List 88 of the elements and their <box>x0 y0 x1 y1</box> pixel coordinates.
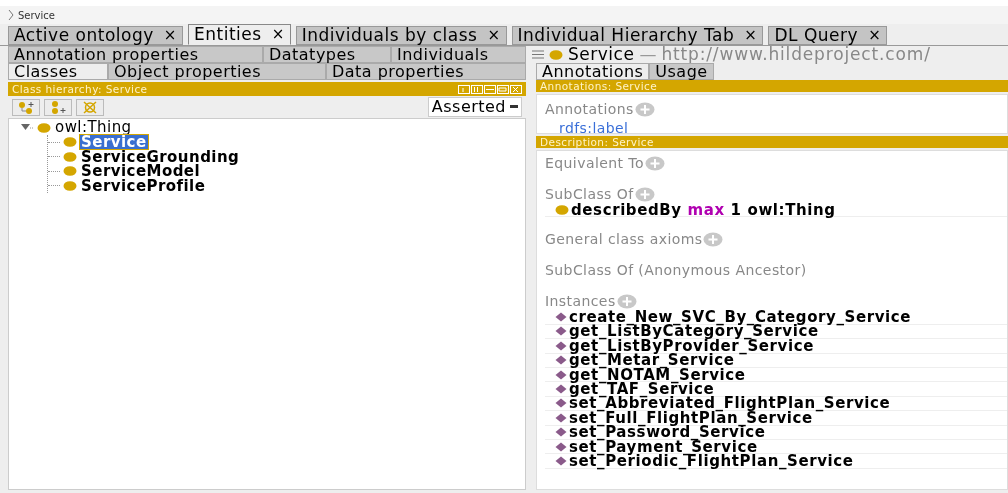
class-expression[interactable]: describedBy max 1 owl:Thing <box>571 202 836 217</box>
annotation-property[interactable]: rdfs:label <box>545 120 1007 136</box>
individual-name[interactable]: get_Metar_Service <box>569 353 735 368</box>
section-title: SubClass Of (Anonymous Ancestor) <box>545 260 807 280</box>
class-icon <box>63 166 77 177</box>
individual-icon <box>555 384 567 395</box>
individual-icon <box>555 398 567 409</box>
tree-item[interactable]: ServiceGrounding <box>80 149 241 164</box>
individual-name[interactable]: set_Full_FlightPlan_Service <box>569 410 813 425</box>
tab-label: Individual Hierarchy Tab <box>517 27 735 44</box>
add-icon[interactable] <box>616 293 637 309</box>
view-controls-icon <box>458 84 522 94</box>
tab[interactable]: Individuals by class × <box>295 26 507 45</box>
individual-icon <box>555 355 567 366</box>
section-title: Instances <box>545 291 616 310</box>
section-title: SubClass Of <box>545 184 634 203</box>
tree-item[interactable]: owl:Thing <box>55 120 132 135</box>
tab[interactable]: Individual Hierarchy Tab × <box>511 26 764 45</box>
chevron-icon <box>8 9 14 21</box>
close-button[interactable]: × <box>163 28 177 43</box>
individual-name[interactable]: get_ListByProvider_Service <box>569 338 814 353</box>
class-icon <box>63 137 77 148</box>
close-button[interactable]: × <box>868 28 882 43</box>
tab[interactable]: Annotations <box>536 63 650 80</box>
individual-icon <box>555 312 567 323</box>
delete-icon <box>81 99 99 115</box>
add-subclass-button[interactable] <box>12 98 40 116</box>
section-title: General class axioms <box>545 229 703 249</box>
class-icon <box>63 180 77 191</box>
add-icon[interactable] <box>634 102 655 117</box>
tab[interactable]: Data properties <box>326 63 526 80</box>
delete-button[interactable] <box>76 98 104 116</box>
add-icon[interactable] <box>634 186 655 202</box>
individual-name[interactable]: set_Abbreviated_FlightPlan_Service <box>569 396 891 411</box>
tab-label: Individuals by class <box>301 27 478 44</box>
collapse-icon[interactable] <box>21 123 33 132</box>
individual-icon <box>555 427 567 438</box>
individual-icon <box>555 326 567 337</box>
section-title: Equivalent To <box>545 153 644 173</box>
mode-dropdown[interactable]: Asserted <box>427 97 522 117</box>
add-sibling-icon <box>49 99 67 115</box>
close-button[interactable]: × <box>487 28 501 43</box>
add-icon[interactable] <box>703 231 724 247</box>
tab[interactable]: DL Query × <box>768 26 888 45</box>
panel-title: Class hierarchy: Service <box>12 83 148 95</box>
class-icon <box>37 122 51 133</box>
add-icon[interactable] <box>644 155 665 171</box>
separator-dash: — <box>639 46 657 63</box>
tab[interactable]: Annotation properties <box>8 46 263 63</box>
tree-item[interactable]: ServiceProfile <box>80 178 207 193</box>
individual-name[interactable]: get_ListByCategory_Service <box>569 324 819 339</box>
individual-icon <box>555 369 567 380</box>
individual-name[interactable]: set_Periodic_FlightPlan_Service <box>569 454 854 468</box>
class-icon <box>63 151 77 162</box>
individual-name[interactable]: get_TAF_Service <box>569 382 715 397</box>
individual-name[interactable]: set_Password_Service <box>569 425 766 440</box>
panel-title: Description: Service <box>540 136 654 148</box>
entity-iri: http://www.hildeproject.com/ <box>661 46 931 63</box>
tab-label: Active ontology <box>14 27 154 44</box>
individual-name[interactable]: create_New_SVC_By_Category_Service <box>569 310 912 325</box>
tree-item[interactable]: ServiceModel <box>80 164 202 179</box>
individual-icon <box>555 412 567 423</box>
individual-name[interactable]: set_Payment_Service <box>569 439 758 454</box>
tab[interactable]: Active ontology × <box>8 26 183 45</box>
close-button[interactable]: × <box>271 27 285 42</box>
tab[interactable]: Usage <box>649 63 714 80</box>
panel-title: Annotations: Service <box>540 80 658 92</box>
tab[interactable]: Object properties <box>108 63 326 80</box>
section-title: Annotations <box>545 100 634 119</box>
add-subclass-icon <box>17 99 35 115</box>
tab-label: Entities <box>193 26 262 43</box>
close-button[interactable]: × <box>744 28 758 43</box>
individual-icon <box>555 441 567 452</box>
add-sibling-button[interactable] <box>44 98 72 116</box>
class-icon <box>555 204 569 215</box>
tab[interactable]: Classes <box>8 63 108 80</box>
menu-icon <box>532 50 544 59</box>
entity-name: Service <box>568 46 635 63</box>
tab-label: DL Query <box>774 27 859 44</box>
tab[interactable]: Entities × <box>187 24 291 45</box>
tab[interactable]: Datatypes <box>263 46 391 63</box>
class-icon <box>549 49 563 60</box>
individual-icon <box>555 456 567 466</box>
individual-name[interactable]: get_NOTAM_Service <box>569 367 746 382</box>
tab[interactable]: Individuals <box>391 46 526 63</box>
breadcrumb-item[interactable]: Service <box>18 7 55 23</box>
individual-icon <box>555 340 567 351</box>
tree-item[interactable]: Service <box>80 135 148 150</box>
